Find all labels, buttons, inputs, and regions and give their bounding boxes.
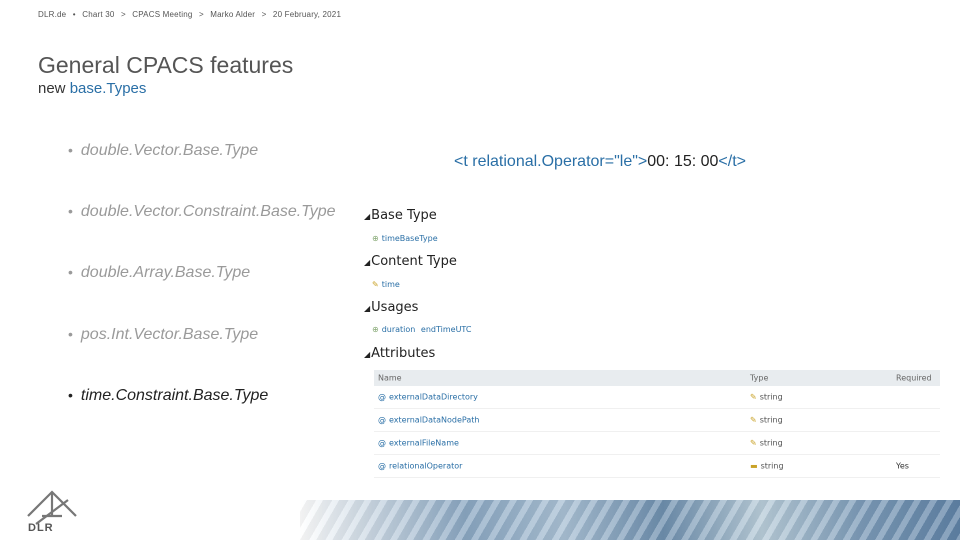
- table-row: @ relationalOperator ▬ string Yes: [374, 455, 940, 478]
- bullet-item: • double.Vector.Constraint.Base.Type: [68, 203, 336, 221]
- section-content-type[interactable]: ◢Content Type: [364, 254, 457, 269]
- section-heading: Usages: [371, 300, 419, 315]
- column-header: Required: [896, 373, 932, 383]
- base-type-name: timeBaseType: [381, 234, 438, 243]
- header-date: 20 February, 2021: [272, 10, 342, 19]
- content-type-name: time: [381, 280, 400, 289]
- attribute-type[interactable]: string: [760, 439, 783, 448]
- footer-earth-image: [300, 500, 960, 540]
- bullet-item: • pos.Int.Vector.Base.Type: [68, 326, 258, 344]
- content-type-link[interactable]: ✎ time: [372, 280, 400, 289]
- element-icon: ⊕: [372, 325, 379, 334]
- attributes-table: Name Type Required @ externalDataDirector…: [374, 370, 940, 478]
- header-chart: Chart 30: [82, 10, 115, 19]
- section-usages[interactable]: ◢Usages: [364, 300, 418, 315]
- subtitle-prefix: new: [38, 80, 70, 97]
- collapse-triangle-icon: ◢: [364, 212, 371, 221]
- base-type-link[interactable]: ⊕ timeBaseType: [372, 234, 438, 243]
- attribute-name[interactable]: externalFileName: [389, 439, 459, 448]
- bullet-dot: •: [68, 203, 73, 219]
- bullet-text: double.Vector.Base.Type: [80, 142, 259, 159]
- bullet-text: pos.Int.Vector.Base.Type: [80, 326, 259, 343]
- bullet-text: time.Constraint.Base.Type: [80, 387, 269, 404]
- logo-text: DLR: [28, 522, 54, 534]
- bullet-dot: •: [68, 387, 73, 403]
- slide-title: General CPACS features: [38, 52, 294, 78]
- bullet-text: double.Vector.Constraint.Base.Type: [80, 203, 336, 220]
- section-attributes[interactable]: ◢Attributes: [364, 346, 435, 361]
- header-separator: •: [72, 10, 76, 19]
- type-icon: ✎: [750, 392, 757, 402]
- subtitle-highlight: base.Types: [69, 80, 147, 97]
- type-icon: ✎: [750, 438, 757, 448]
- type-icon: ✎: [372, 280, 379, 289]
- section-heading: Base Type: [371, 208, 437, 223]
- attribute-icon: @: [378, 415, 386, 425]
- section-heading: Attributes: [371, 346, 436, 361]
- attribute-icon: @: [378, 438, 386, 448]
- slide-header: DLR.de • Chart 30 > CPACS Meeting > Mark…: [38, 10, 345, 19]
- table-header: Name Type Required: [374, 370, 940, 386]
- header-author: Marko Alder: [210, 10, 256, 19]
- header-separator: >: [120, 10, 126, 19]
- bullet-dot: •: [68, 264, 73, 280]
- type-icon: ✎: [750, 415, 757, 425]
- attribute-required: Yes: [896, 461, 909, 471]
- usages-list: ⊕ duration endTimeUTC: [372, 325, 471, 334]
- attribute-type[interactable]: string: [760, 393, 783, 402]
- xml-example: <t relational.Operator="le">00: 15: 00</…: [454, 153, 746, 171]
- bullet-item-active: • time.Constraint.Base.Type: [68, 387, 268, 405]
- attribute-name[interactable]: relationalOperator: [389, 462, 462, 471]
- xml-close-tag: </t>: [718, 153, 746, 170]
- header-org: DLR.de: [38, 10, 67, 19]
- xml-open-tag: <t relational.Operator="le">: [454, 153, 648, 170]
- collapse-triangle-icon: ◢: [364, 304, 371, 313]
- usage-link[interactable]: duration: [382, 325, 416, 334]
- restricted-type-icon: ▬: [750, 461, 758, 471]
- usage-link[interactable]: endTimeUTC: [421, 325, 472, 334]
- section-base-type[interactable]: ◢Base Type: [364, 208, 437, 223]
- header-meeting: CPACS Meeting: [132, 10, 193, 19]
- table-row: @ externalDataDirectory ✎ string: [374, 386, 940, 409]
- bullet-dot: •: [68, 326, 73, 342]
- table-row: @ externalDataNodePath ✎ string: [374, 409, 940, 432]
- attribute-name[interactable]: externalDataNodePath: [389, 416, 479, 425]
- collapse-triangle-icon: ◢: [364, 350, 371, 359]
- attribute-type[interactable]: string: [760, 416, 783, 425]
- attribute-icon: @: [378, 461, 386, 471]
- attribute-name[interactable]: externalDataDirectory: [389, 393, 478, 402]
- bullet-item: • double.Array.Base.Type: [68, 264, 250, 282]
- column-header: Name: [378, 373, 402, 383]
- section-heading: Content Type: [371, 254, 457, 269]
- bullet-text: double.Array.Base.Type: [80, 264, 251, 281]
- attribute-icon: @: [378, 392, 386, 402]
- collapse-triangle-icon: ◢: [364, 258, 371, 267]
- schema-doc-panel: ◢Base Type ⊕ timeBaseType ◢Content Type ✎…: [362, 206, 942, 478]
- slide-subtitle: new base.Types: [38, 80, 146, 97]
- bullet-item: • double.Vector.Base.Type: [68, 142, 258, 160]
- column-header: Type: [750, 373, 769, 383]
- table-row: @ externalFileName ✎ string: [374, 432, 940, 455]
- type-icon: ⊕: [372, 234, 379, 243]
- attribute-type[interactable]: string: [761, 462, 784, 471]
- xml-value: 00: 15: 00: [647, 153, 719, 170]
- header-separator: >: [261, 10, 267, 19]
- bullet-dot: •: [68, 142, 73, 158]
- header-separator: >: [198, 10, 204, 19]
